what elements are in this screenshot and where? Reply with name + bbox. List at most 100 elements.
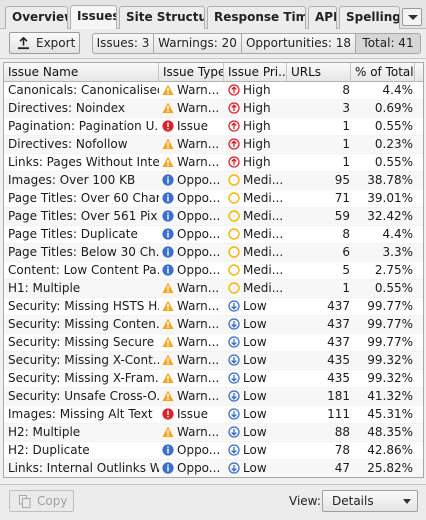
percent-of-total-cell: 25.82%: [367, 461, 413, 475]
issue-priority-label: Low: [243, 353, 267, 367]
urls-cell: 6: [342, 245, 350, 259]
table-row[interactable]: Links: Pages Without Inte... Warn... High 1…: [4, 154, 423, 172]
issue-name-cell: Content: Low Content Pa...: [8, 263, 159, 277]
issue-priority-cell: High: [228, 118, 286, 136]
percent-of-total-cell: 0.69%: [374, 101, 413, 115]
issue-type-cell: Warn...: [162, 424, 222, 442]
percent-of-total-cell: 48.35%: [367, 425, 413, 439]
table-row[interactable]: Security: Missing Conten... Warn... Low 437…: [4, 316, 423, 334]
priority-high-icon: [228, 120, 240, 132]
table-row[interactable]: Security: Unsafe Cross-O... Warn... Low 181…: [4, 388, 423, 406]
urls-cell: 435: [327, 371, 350, 385]
copy-button[interactable]: Copy: [9, 490, 74, 512]
issue-name-cell: Links: Pages Without Inte...: [8, 155, 159, 169]
table-row[interactable]: Canonicals: Canonicalised Warn... High 8 4.4…: [4, 82, 423, 100]
view-select-value: Details: [332, 494, 374, 508]
urls-cell: 1: [342, 281, 350, 295]
issue-priority-label: High: [243, 83, 271, 97]
priority-high-icon: [228, 84, 240, 96]
issue-priority-cell: Low: [228, 334, 286, 352]
issue-type-cell: Oppo...: [162, 244, 222, 262]
table-row[interactable]: H1: Multiple Warn... Medi... 1 0.55%: [4, 280, 423, 298]
issue-name-cell: H2: Duplicate: [8, 443, 90, 457]
filter-issues[interactable]: Issues: 3: [92, 33, 154, 54]
issue-type-cell: Warn...: [162, 316, 222, 334]
issue-priority-cell: High: [228, 82, 286, 100]
issue-type-cell: Warn...: [162, 280, 222, 298]
issue-priority-label: Low: [243, 317, 267, 331]
table-body: Canonicals: Canonicalised Warn... High 8 4.4…: [4, 82, 423, 477]
filter-bar: Export Issues: 3 Warnings: 20 Opportunit…: [0, 29, 426, 59]
table-row[interactable]: Page Titles: Below 30 Ch... Oppo... Medi..…: [4, 244, 423, 262]
percent-of-total-cell: 4.4%: [382, 227, 414, 241]
filter-opportunities[interactable]: Opportunities: 18: [241, 33, 356, 54]
issue-type-label: Issue: [177, 119, 209, 133]
urls-cell: 1: [342, 155, 350, 169]
column-header-urls[interactable]: URLs: [287, 63, 351, 82]
issue-name-cell: Directives: Noindex: [8, 101, 126, 115]
view-select[interactable]: Details: [322, 490, 418, 512]
table-row[interactable]: Directives: Noindex Warn... High 3 0.69%: [4, 100, 423, 118]
priority-medium-icon: [228, 174, 240, 186]
issue-priority-cell: High: [228, 154, 286, 172]
table-row[interactable]: Pagination: Pagination U... Issue High 1 0.5…: [4, 118, 423, 136]
tab-site-structure[interactable]: Site Structure: [119, 6, 205, 29]
issue-type-label: Oppo...: [177, 191, 221, 205]
filter-warnings[interactable]: Warnings: 20: [153, 33, 242, 54]
priority-low-icon: [228, 462, 240, 474]
table-row[interactable]: Security: Missing Secure ... Warn... Low 43…: [4, 334, 423, 352]
issue-type-cell: Oppo...: [162, 190, 222, 208]
tab-overflow-dropdown-icon[interactable]: [402, 8, 422, 26]
tab-issues[interactable]: Issues: [70, 5, 117, 30]
filter-total[interactable]: Total: 41: [355, 33, 421, 54]
issue-priority-cell: Low: [228, 388, 286, 406]
table-row[interactable]: Content: Low Content Pa... Oppo... Medi...…: [4, 262, 423, 280]
table-row[interactable]: Page Titles: Duplicate Oppo... Medi... 8 4.4…: [4, 226, 423, 244]
issue-type-cell: Warn...: [162, 388, 222, 406]
table-row[interactable]: Page Titles: Over 60 Char... Oppo... Medi.…: [4, 190, 423, 208]
issue-priority-label: Medi...: [243, 209, 284, 223]
table-row[interactable]: Security: Missing HSTS H... Warn... Low 437…: [4, 298, 423, 316]
table-row[interactable]: H2: Multiple Warn... Low 88 48.35%: [4, 424, 423, 442]
issue-name-cell: Canonicals: Canonicalised: [8, 83, 159, 97]
percent-of-total-cell: 0.55%: [374, 155, 413, 169]
table-row[interactable]: Images: Over 100 KB Oppo... Medi... 95 38.78…: [4, 172, 423, 190]
priority-low-icon: [228, 390, 240, 402]
column-header-issue-type[interactable]: Issue Type: [159, 63, 224, 82]
table-row[interactable]: Images: Missing Alt Text Issue Low 111 45.31…: [4, 406, 423, 424]
table-row[interactable]: Links: Internal Outlinks W... Oppo... Low 4…: [4, 460, 423, 477]
priority-low-icon: [228, 372, 240, 384]
issue-priority-label: Low: [243, 407, 267, 421]
issue-type-label: Warn...: [177, 101, 220, 115]
issue-type-label: Oppo...: [177, 209, 221, 223]
table-row[interactable]: Security: Missing X-Fram... Warn... Low 435…: [4, 370, 423, 388]
issue-priority-cell: Low: [228, 298, 286, 316]
priority-high-icon: [228, 156, 240, 168]
table-row[interactable]: H2: Duplicate Oppo... Low 78 42.86%: [4, 442, 423, 460]
urls-cell: 181: [327, 389, 350, 403]
issue-priority-cell: Low: [228, 352, 286, 370]
issue-name-cell: Page Titles: Below 30 Ch...: [8, 245, 159, 259]
column-header-percent-of-total[interactable]: % of Total: [351, 63, 415, 82]
issue-type-cell: Warn...: [162, 136, 222, 154]
warning-icon: [162, 354, 174, 366]
export-button[interactable]: Export: [9, 32, 80, 54]
issue-type-label: Oppo...: [177, 227, 221, 241]
issue-priority-cell: Low: [228, 316, 286, 334]
issue-name-cell: Security: Missing X-Cont...: [8, 353, 159, 367]
table-row[interactable]: Security: Missing X-Cont... Warn... Low 435…: [4, 352, 423, 370]
column-header-issue-priority[interactable]: Issue Pri...: [224, 63, 287, 82]
priority-medium-icon: [228, 228, 240, 240]
column-header-issue-name[interactable]: Issue Name: [4, 63, 159, 82]
percent-of-total-cell: 0.23%: [374, 137, 413, 151]
issue-priority-cell: Low: [228, 406, 286, 424]
tab-api[interactable]: API: [308, 6, 337, 29]
warning-icon: [162, 138, 174, 150]
table-row[interactable]: Directives: Nofollow Warn... High 1 0.23%: [4, 136, 423, 154]
tab-overview[interactable]: Overview: [5, 6, 68, 29]
tab-spelling[interactable]: Spelling &: [339, 6, 400, 29]
table-row[interactable]: Page Titles: Over 561 Pix... Oppo... Medi.…: [4, 208, 423, 226]
issue-priority-label: Low: [243, 335, 267, 349]
issue-priority-cell: Medi...: [228, 172, 286, 190]
tab-response-times[interactable]: Response Times: [207, 6, 306, 29]
